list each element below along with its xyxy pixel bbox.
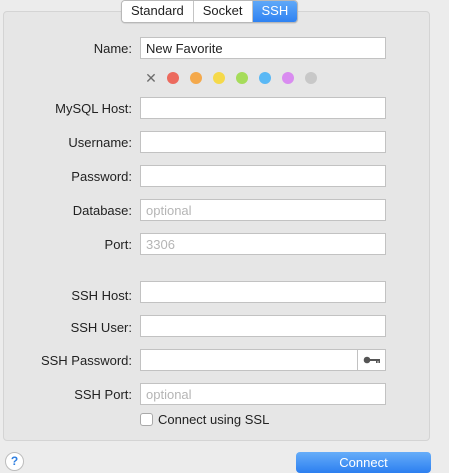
username-field[interactable]: [140, 131, 386, 153]
color-yellow[interactable]: [213, 72, 225, 84]
password-label: Password:: [71, 169, 132, 184]
name-field[interactable]: [140, 37, 386, 59]
ssh-port-label: SSH Port:: [74, 387, 132, 402]
color-blue[interactable]: [259, 72, 271, 84]
tab-standard[interactable]: Standard: [122, 1, 194, 22]
mysql-host-field[interactable]: [140, 97, 386, 119]
color-picker: ✕: [144, 71, 328, 85]
ssl-checkbox-label: Connect using SSL: [158, 412, 270, 427]
clear-color-icon[interactable]: ✕: [144, 71, 158, 85]
port-field[interactable]: [140, 233, 386, 255]
ssh-host-label: SSH Host:: [71, 288, 132, 303]
mysql-host-label: MySQL Host:: [55, 101, 132, 116]
color-gray[interactable]: [305, 72, 317, 84]
color-red[interactable]: [167, 72, 179, 84]
ssl-option[interactable]: Connect using SSL: [140, 412, 269, 427]
ssh-user-label: SSH User:: [70, 320, 132, 335]
tab-ssh[interactable]: SSH: [252, 1, 298, 22]
ssh-user-field[interactable]: [140, 315, 386, 337]
ssh-port-field[interactable]: [140, 383, 386, 405]
connection-type-tabs: Standard Socket SSH: [121, 0, 299, 23]
port-label: Port:: [104, 237, 132, 252]
username-label: Username:: [68, 135, 132, 150]
name-label: Name:: [93, 41, 132, 56]
database-field[interactable]: [140, 199, 386, 221]
database-label: Database:: [72, 203, 132, 218]
color-purple[interactable]: [282, 72, 294, 84]
connect-button[interactable]: Connect: [296, 452, 431, 473]
ssl-checkbox[interactable]: [140, 413, 153, 426]
help-button[interactable]: ?: [5, 452, 24, 471]
tab-socket[interactable]: Socket: [193, 1, 253, 22]
password-field[interactable]: [140, 165, 386, 187]
ssh-host-field[interactable]: [140, 281, 386, 303]
key-icon: [363, 356, 380, 364]
ssh-password-label: SSH Password:: [40, 353, 132, 368]
color-green[interactable]: [236, 72, 248, 84]
color-orange[interactable]: [190, 72, 202, 84]
ssh-key-button[interactable]: [357, 349, 386, 371]
ssh-password-field[interactable]: [140, 349, 358, 371]
